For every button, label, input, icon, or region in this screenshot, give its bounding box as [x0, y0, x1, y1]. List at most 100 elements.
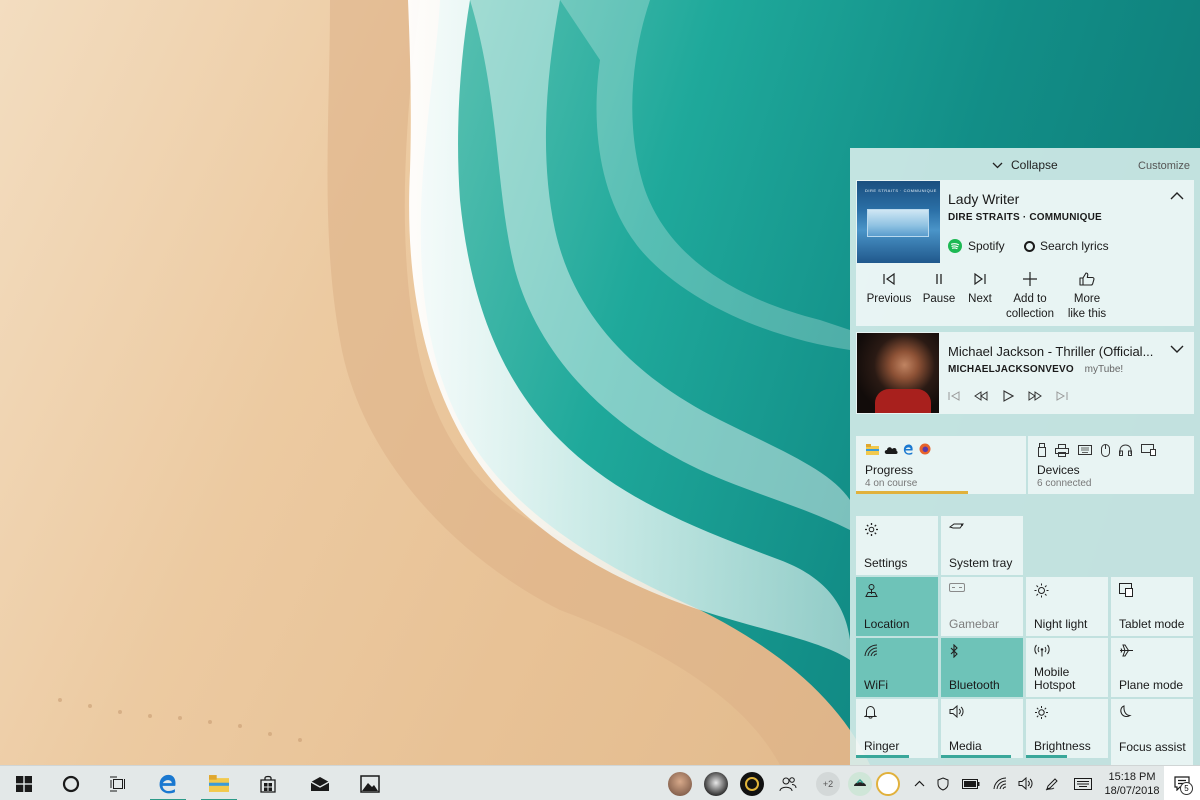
people-overflow-badge[interactable]: +2	[816, 772, 840, 796]
taskbar-clock[interactable]: 15:18 PM 18/07/2018	[1104, 770, 1160, 798]
spotify-icon	[948, 239, 962, 253]
progress-bar	[856, 491, 968, 494]
progress-card[interactable]: Progress 4 on course	[856, 436, 1026, 494]
plus-icon	[1023, 272, 1037, 286]
more-like-this-button[interactable]: More like this	[1062, 272, 1112, 322]
plane-icon	[1120, 644, 1133, 657]
battery-icon	[962, 778, 980, 789]
collapse-label: Collapse	[1011, 158, 1058, 172]
taskbar-mail[interactable]	[304, 766, 336, 800]
contact-avatar-3[interactable]	[740, 772, 764, 796]
customize-link[interactable]: Customize	[1138, 160, 1190, 172]
next-button[interactable]: Next	[964, 272, 996, 307]
volume-tray-icon[interactable]	[1014, 766, 1038, 800]
headphones-icon	[1119, 444, 1132, 456]
now-playing-card: DIRE STRAITS · COMMUNIQUE Lady Writer DI…	[856, 180, 1194, 326]
contact-avatar-2[interactable]	[704, 772, 728, 796]
usb-drive-icon	[1038, 443, 1046, 457]
skip-previous-icon[interactable]	[948, 391, 960, 401]
bell-icon	[864, 705, 877, 719]
tile-system-tray-label: System tray	[949, 556, 1013, 570]
pause-icon	[936, 274, 942, 284]
tile-media[interactable]: Media	[941, 699, 1023, 758]
tile-plane-mode[interactable]: Plane mode	[1111, 638, 1193, 697]
pause-button[interactable]: Pause	[920, 272, 958, 307]
taskbar-store[interactable]	[252, 766, 284, 800]
devices-subtitle: 6 connected	[1037, 478, 1092, 489]
search-lyrics-link[interactable]: Search lyrics	[1024, 239, 1109, 253]
brightness-icon	[1035, 706, 1048, 719]
people-button[interactable]	[776, 766, 800, 800]
keyboard-icon	[1078, 445, 1092, 455]
rewind-icon[interactable]	[974, 391, 988, 401]
clock-date: 18/07/2018	[1104, 785, 1160, 797]
tile-system-tray[interactable]: System tray	[941, 516, 1023, 575]
tile-settings[interactable]: Settings	[856, 516, 938, 575]
tile-mobile-hotspot[interactable]: Mobile Hotspot	[1026, 638, 1108, 697]
tile-mobile-hotspot-label: Mobile Hotspot	[1034, 666, 1075, 692]
battery-tray-icon[interactable]	[958, 766, 984, 800]
spotify-source-link[interactable]: Spotify	[948, 239, 1005, 253]
tile-night-light[interactable]: Night light	[1026, 577, 1108, 636]
show-hidden-icons-button[interactable]	[910, 766, 928, 800]
contact-avatar-1[interactable]	[668, 772, 692, 796]
taskbar-edge[interactable]	[146, 766, 190, 800]
media-volume-bar[interactable]	[941, 755, 1011, 758]
spotify-label: Spotify	[968, 239, 1005, 253]
tile-location-label: Location	[864, 617, 910, 631]
tile-bluetooth[interactable]: Bluetooth	[941, 638, 1023, 697]
tray-icon	[949, 523, 964, 529]
progress-title: Progress	[865, 463, 914, 477]
more-like-this-label-2: like this	[1067, 308, 1107, 320]
task-view-button[interactable]	[102, 766, 134, 800]
cortana-button[interactable]	[55, 766, 87, 800]
taskbar-file-explorer[interactable]	[197, 766, 241, 800]
tile-ringer[interactable]: Ringer	[856, 699, 938, 758]
touch-keyboard-tray-icon[interactable]	[1068, 766, 1098, 800]
action-center-header: Collapse Customize	[850, 148, 1200, 180]
location-icon	[865, 584, 878, 597]
video-title: Michael Jackson - Thriller (Official...	[948, 344, 1154, 359]
add-to-collection-button[interactable]: Add to collection	[1002, 272, 1058, 322]
tile-brightness[interactable]: Brightness	[1026, 699, 1108, 758]
tile-bluetooth-label: Bluetooth	[949, 678, 1000, 692]
tile-tablet-mode[interactable]: Tablet mode	[1111, 577, 1193, 636]
network-tray-icon[interactable]	[988, 766, 1012, 800]
start-button[interactable]	[8, 766, 40, 800]
pen-workspace-tray-icon[interactable]	[1040, 766, 1064, 800]
tile-gamebar-label: Gamebar	[949, 617, 1000, 631]
brightness-level-bar[interactable]	[1026, 755, 1067, 758]
video-thumbnail-figure	[875, 389, 931, 413]
wifi-icon	[864, 644, 878, 657]
tray-app-2-icon[interactable]	[876, 772, 900, 796]
play-icon[interactable]	[1002, 390, 1014, 402]
tile-gamebar[interactable]: Gamebar	[941, 577, 1023, 636]
onedrive-icon	[884, 446, 898, 454]
album-art: DIRE STRAITS · COMMUNIQUE	[857, 181, 940, 263]
tray-app-1-icon[interactable]	[848, 772, 872, 796]
keyboard-icon	[1074, 777, 1092, 790]
taskbar-photos[interactable]	[354, 766, 386, 800]
collapse-button[interactable]: Collapse	[992, 158, 1058, 172]
ringer-level-bar[interactable]	[856, 755, 910, 758]
photos-icon	[360, 774, 380, 793]
task-view-icon	[110, 776, 125, 791]
devices-card[interactable]: Devices 6 connected	[1028, 436, 1194, 494]
track-title: Lady Writer	[948, 191, 1020, 207]
security-tray-icon[interactable]	[932, 766, 954, 800]
tile-focus-assist[interactable]: Focus assist	[1111, 699, 1193, 765]
fast-forward-icon[interactable]	[1028, 391, 1042, 401]
add-to-collection-label-1: Add to	[1013, 293, 1047, 305]
chevron-up-icon[interactable]	[1170, 191, 1184, 200]
shield-icon	[937, 776, 949, 791]
tile-plane-mode-label: Plane mode	[1119, 678, 1184, 692]
tile-wifi[interactable]: WiFi	[856, 638, 938, 697]
previous-button[interactable]: Previous	[866, 272, 912, 307]
skip-next-icon[interactable]	[1056, 391, 1068, 401]
previous-icon	[883, 272, 895, 286]
tile-location[interactable]: Location	[856, 577, 938, 636]
pen-icon	[1045, 777, 1058, 790]
clock-time: 15:18 PM	[1108, 771, 1156, 783]
thumbs-up-icon	[1079, 272, 1095, 286]
chevron-down-icon[interactable]	[1170, 345, 1184, 354]
